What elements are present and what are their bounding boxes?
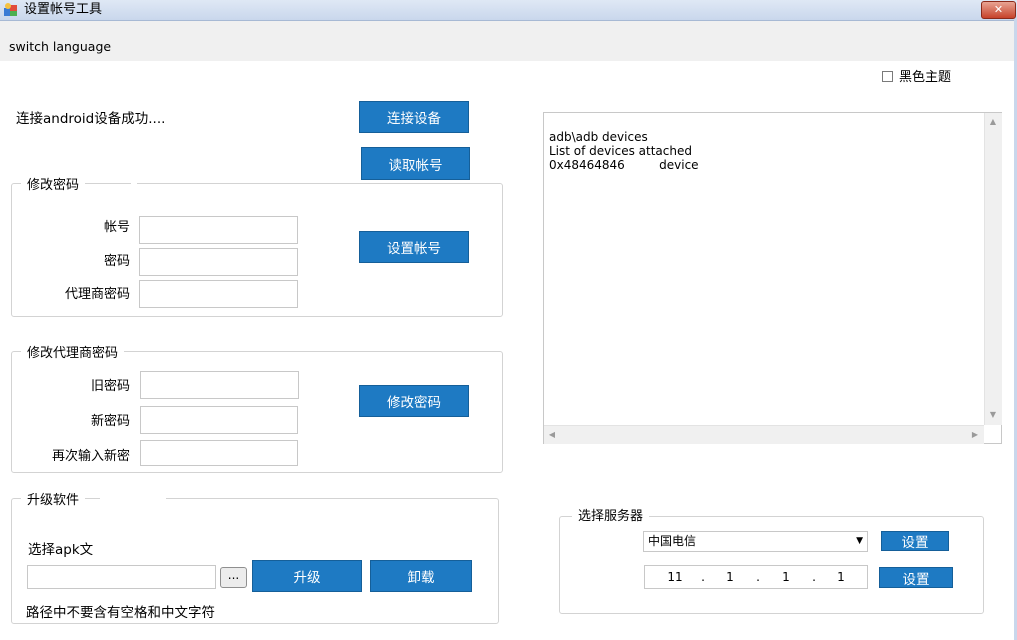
apk-path-input[interactable]: [27, 565, 216, 589]
chevron-down-icon: ▼: [856, 536, 863, 546]
password-input[interactable]: [139, 248, 298, 276]
old-password-input[interactable]: [140, 371, 299, 399]
account-label: 帐号: [103, 220, 130, 235]
scroll-down-icon[interactable]: ▼: [988, 410, 998, 420]
new-password-label: 新密码: [90, 414, 130, 429]
scroll-left-icon[interactable]: ◀: [547, 430, 557, 440]
console-line: 0x48464846 device: [549, 158, 699, 172]
legend-gap: [131, 178, 137, 188]
close-button[interactable]: ✕: [981, 1, 1016, 19]
new-password-input[interactable]: [140, 406, 298, 434]
console-output[interactable]: adb\adb devices List of devices attached…: [543, 112, 1002, 444]
server-set-button-2[interactable]: 设置: [879, 567, 953, 588]
account-input[interactable]: [139, 216, 298, 244]
server-set-button-1[interactable]: 设置: [881, 531, 949, 551]
ip-address-field[interactable]: 11 . 1 . 1 . 1: [644, 565, 868, 589]
change-agent-password-legend: 修改代理商密码: [21, 346, 125, 362]
uninstall-button[interactable]: 卸载: [370, 560, 472, 592]
console-line: adb\adb devices: [549, 130, 648, 144]
legend-gap: [100, 493, 166, 503]
ip-octet[interactable]: 1: [829, 570, 853, 584]
agent-password-input[interactable]: [139, 280, 298, 308]
ip-octet[interactable]: 11: [663, 570, 687, 584]
browse-button[interactable]: ...: [220, 567, 247, 588]
change-password-button[interactable]: 修改密码: [359, 385, 469, 417]
connect-device-button[interactable]: 连接设备: [359, 101, 469, 133]
ip-octet[interactable]: 1: [774, 570, 798, 584]
ip-separator: .: [701, 570, 705, 584]
server-selected-value: 中国电信: [648, 534, 697, 548]
path-note: 路径中不要含有空格和中文字符: [26, 605, 215, 621]
server-select[interactable]: 中国电信 ▼: [643, 531, 868, 552]
confirm-password-input[interactable]: [140, 440, 298, 466]
menu-bar: switch language: [0, 21, 1017, 61]
ip-separator: .: [756, 570, 760, 584]
title-bar: [0, 0, 1017, 21]
confirm-password-label: 再次输入新密: [51, 449, 130, 464]
horizontal-scrollbar[interactable]: ◀ ▶: [544, 425, 984, 444]
scroll-up-icon[interactable]: ▲: [988, 117, 998, 127]
window-title: 设置帐号工具: [24, 2, 103, 17]
app-icon: [4, 3, 17, 16]
set-account-button[interactable]: 设置帐号: [359, 231, 469, 263]
connection-status: 连接android设备成功....: [16, 111, 166, 127]
scroll-right-icon[interactable]: ▶: [970, 430, 980, 440]
ip-separator: .: [812, 570, 816, 584]
password-label: 密码: [103, 254, 130, 269]
old-password-label: 旧密码: [90, 379, 130, 394]
ip-octet[interactable]: 1: [718, 570, 742, 584]
vertical-scrollbar[interactable]: ▲ ▼: [984, 113, 1002, 425]
read-account-button[interactable]: 读取帐号: [361, 147, 470, 180]
upgrade-button[interactable]: 升级: [252, 560, 362, 592]
change-password-legend: 修改密码: [21, 178, 86, 194]
console-line: List of devices attached: [549, 144, 692, 158]
dark-theme-checkbox[interactable]: [882, 71, 893, 82]
switch-language-menu[interactable]: switch language: [9, 39, 111, 54]
dark-theme-label: 黑色主题: [899, 70, 952, 85]
agent-password-label: 代理商密码: [64, 287, 130, 302]
server-legend: 选择服务器: [572, 509, 650, 525]
select-apk-label: 选择apk文: [28, 542, 94, 558]
upgrade-legend: 升级软件: [21, 493, 86, 509]
